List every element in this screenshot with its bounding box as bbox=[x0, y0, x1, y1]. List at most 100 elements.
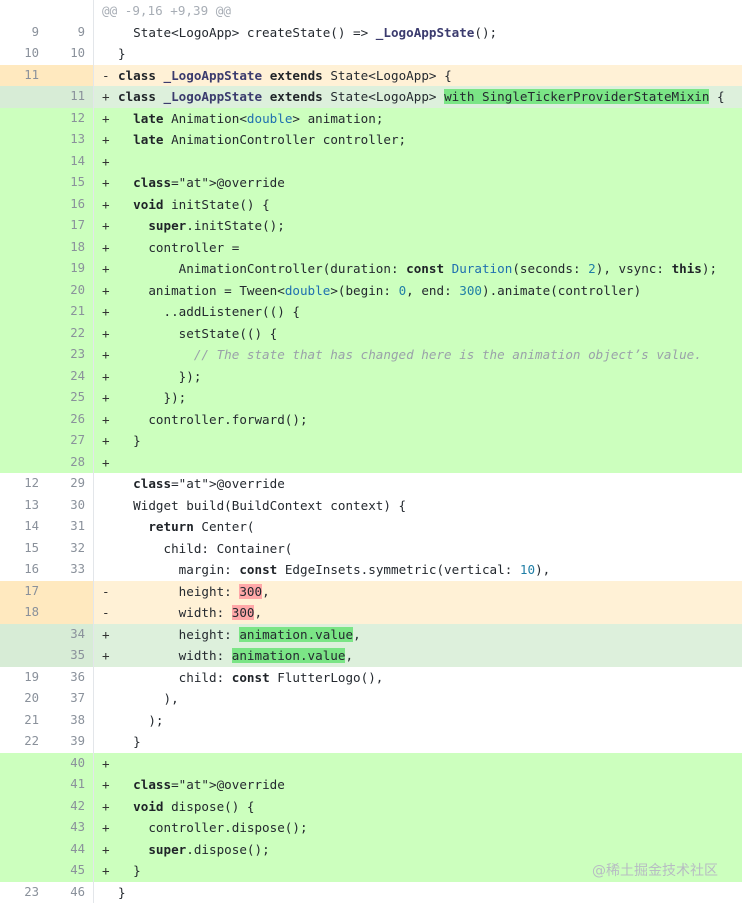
new-line-number[interactable]: 32 bbox=[47, 538, 94, 560]
old-line-number[interactable] bbox=[0, 129, 47, 151]
new-line-number[interactable]: 25 bbox=[47, 387, 94, 409]
new-line-number[interactable]: 29 bbox=[47, 473, 94, 495]
new-line-number[interactable]: 46 bbox=[47, 882, 94, 903]
new-line-number[interactable]: 12 bbox=[47, 108, 94, 130]
new-line-number[interactable]: 31 bbox=[47, 516, 94, 538]
diff-line-context: 1633 margin: const EdgeInsets.symmetric(… bbox=[0, 559, 742, 581]
old-line-number[interactable]: 19 bbox=[0, 667, 47, 689]
old-line-number[interactable]: 18 bbox=[0, 602, 47, 624]
new-line-number[interactable]: 22 bbox=[47, 323, 94, 345]
code-text: } bbox=[118, 731, 141, 753]
old-line-number[interactable] bbox=[0, 86, 47, 108]
old-line-number[interactable] bbox=[0, 151, 47, 173]
new-line-number[interactable]: 11 bbox=[47, 86, 94, 108]
old-line-number[interactable] bbox=[0, 753, 47, 775]
diff-line-added: 11+class _LogoAppState extends State<Log… bbox=[0, 86, 742, 108]
new-line-number[interactable]: 35 bbox=[47, 645, 94, 667]
new-line-number[interactable]: 17 bbox=[47, 215, 94, 237]
diff-view: @@ -9,16 +9,39 @@ 99 State<LogoApp> crea… bbox=[0, 0, 742, 903]
new-line-number[interactable]: 10 bbox=[47, 43, 94, 65]
old-line-number[interactable]: 12 bbox=[0, 473, 47, 495]
old-line-number[interactable]: 14 bbox=[0, 516, 47, 538]
new-line-number[interactable] bbox=[47, 581, 94, 603]
code-text: } bbox=[118, 430, 141, 452]
new-line-number[interactable]: 14 bbox=[47, 151, 94, 173]
new-line-number[interactable]: 44 bbox=[47, 839, 94, 861]
new-line-number[interactable]: 42 bbox=[47, 796, 94, 818]
diff-sign: - bbox=[102, 581, 110, 603]
old-line-number[interactable] bbox=[0, 645, 47, 667]
new-line-number[interactable]: 36 bbox=[47, 667, 94, 689]
new-line-number[interactable]: 21 bbox=[47, 301, 94, 323]
old-line-number[interactable] bbox=[0, 280, 47, 302]
old-line-number[interactable] bbox=[0, 194, 47, 216]
code-text: child: Container( bbox=[118, 538, 292, 560]
old-line-number[interactable] bbox=[0, 237, 47, 259]
diff-line-context: 1010} bbox=[0, 43, 742, 65]
diff-line-context: 2138 ); bbox=[0, 710, 742, 732]
old-line-number[interactable] bbox=[0, 817, 47, 839]
new-line-number[interactable]: 13 bbox=[47, 129, 94, 151]
old-line-number[interactable] bbox=[0, 387, 47, 409]
old-line-number[interactable]: 23 bbox=[0, 882, 47, 903]
old-line-number[interactable]: 9 bbox=[0, 22, 47, 44]
diff-sign: + bbox=[102, 645, 110, 667]
old-line-number[interactable] bbox=[0, 860, 47, 882]
new-line-number[interactable]: 20 bbox=[47, 280, 94, 302]
code-text: Widget build(BuildContext context) { bbox=[118, 495, 406, 517]
new-line-number[interactable]: 15 bbox=[47, 172, 94, 194]
new-line-number[interactable]: 18 bbox=[47, 237, 94, 259]
old-line-number[interactable] bbox=[0, 366, 47, 388]
new-line-number[interactable]: 41 bbox=[47, 774, 94, 796]
old-line-number[interactable] bbox=[0, 301, 47, 323]
old-line-number[interactable]: 11 bbox=[0, 65, 47, 87]
old-line-number[interactable]: 21 bbox=[0, 710, 47, 732]
new-line-number[interactable]: 39 bbox=[47, 731, 94, 753]
new-line-number[interactable]: 33 bbox=[47, 559, 94, 581]
old-line-number[interactable] bbox=[0, 430, 47, 452]
old-line-number[interactable] bbox=[0, 796, 47, 818]
code-text: margin: const EdgeInsets.symmetric(verti… bbox=[118, 559, 550, 581]
old-line-number[interactable]: 17 bbox=[0, 581, 47, 603]
diff-line-context: 1431 return Center( bbox=[0, 516, 742, 538]
diff-line-context: 2346} bbox=[0, 882, 742, 903]
new-line-number[interactable]: 28 bbox=[47, 452, 94, 474]
new-line-number[interactable]: 30 bbox=[47, 495, 94, 517]
old-line-number[interactable]: 22 bbox=[0, 731, 47, 753]
old-line-number[interactable] bbox=[0, 215, 47, 237]
new-line-number[interactable]: 19 bbox=[47, 258, 94, 280]
old-line-number[interactable] bbox=[0, 839, 47, 861]
new-line-number[interactable]: 23 bbox=[47, 344, 94, 366]
old-line-number[interactable] bbox=[0, 172, 47, 194]
old-line-number[interactable] bbox=[0, 409, 47, 431]
new-line-number[interactable]: 26 bbox=[47, 409, 94, 431]
old-line-number[interactable] bbox=[0, 108, 47, 130]
new-line-number[interactable] bbox=[47, 65, 94, 87]
new-line-number[interactable]: 43 bbox=[47, 817, 94, 839]
diff-sign: + bbox=[102, 86, 110, 108]
old-line-number[interactable] bbox=[0, 323, 47, 345]
new-line-number[interactable]: 37 bbox=[47, 688, 94, 710]
old-line-number[interactable] bbox=[0, 774, 47, 796]
old-line-number[interactable]: 16 bbox=[0, 559, 47, 581]
new-line-number[interactable]: 45 bbox=[47, 860, 94, 882]
new-line-number[interactable]: 24 bbox=[47, 366, 94, 388]
diff-line-added: 42+ void dispose() { bbox=[0, 796, 742, 818]
diff-sign: + bbox=[102, 774, 110, 796]
old-line-number[interactable] bbox=[0, 344, 47, 366]
old-line-number[interactable]: 20 bbox=[0, 688, 47, 710]
old-line-number[interactable] bbox=[0, 452, 47, 474]
old-line-number[interactable] bbox=[0, 624, 47, 646]
diff-sign: + bbox=[102, 108, 110, 130]
old-line-number[interactable]: 15 bbox=[0, 538, 47, 560]
new-line-number[interactable]: 38 bbox=[47, 710, 94, 732]
new-line-number[interactable] bbox=[47, 602, 94, 624]
old-line-number[interactable]: 13 bbox=[0, 495, 47, 517]
old-line-number[interactable]: 10 bbox=[0, 43, 47, 65]
new-line-number[interactable]: 16 bbox=[47, 194, 94, 216]
new-line-number[interactable]: 40 bbox=[47, 753, 94, 775]
old-line-number[interactable] bbox=[0, 258, 47, 280]
new-line-number[interactable]: 9 bbox=[47, 22, 94, 44]
new-line-number[interactable]: 34 bbox=[47, 624, 94, 646]
new-line-number[interactable]: 27 bbox=[47, 430, 94, 452]
